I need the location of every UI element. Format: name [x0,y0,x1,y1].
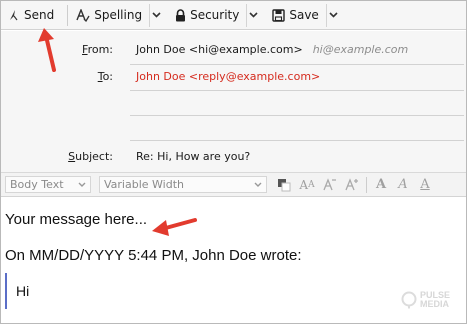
increase-font-icon [345,178,358,191]
spelling-label: Spelling [94,8,143,22]
save-dropdown[interactable] [325,3,340,27]
header-divider [130,115,464,116]
font-value: Variable Width [104,178,184,191]
send-label: Send [24,8,55,22]
paragraph-style-value: Body Text [10,178,64,191]
decrease-font-button[interactable] [319,175,341,195]
from-field[interactable]: John Doe <hi@example.com> hi@example.com [130,39,464,60]
save-label: Save [289,8,319,22]
recipient-row-empty [1,92,466,113]
from-label: From: [1,43,121,56]
message-text: Your message here... [5,211,148,228]
decrease-font-icon [323,178,336,191]
from-label-text: rom: [87,43,113,56]
header-divider [130,140,464,141]
to-field[interactable]: John Doe <reply@example.com> [130,66,464,87]
subject-label: Subject: [1,150,121,163]
font-size-button[interactable]: AA [295,175,319,195]
to-label: To: [1,70,121,83]
quoted-text: Hi [16,283,30,299]
spelling-button[interactable]: Spelling [72,4,146,27]
send-icon [10,10,18,21]
quote-attribution: On MM/DD/YYYY 5:44 PM, John Doe wrote: [5,247,302,264]
chevron-down-icon [152,12,161,18]
formatting-toolbar: Body Text Variable Width AA A A A [1,173,466,197]
send-button[interactable]: Send [4,4,58,27]
watermark-text: PULSE MEDIA [420,291,450,309]
toolbar-divider [67,4,69,26]
recipient-field-empty[interactable] [130,117,464,138]
to-row: To: John Doe <reply@example.com> [1,66,466,87]
recipient-row-empty [1,117,466,138]
chevron-down-icon [249,12,258,18]
save-button[interactable]: Save [268,4,322,27]
subject-value: Re: Hi, How are you? [136,150,251,163]
security-label: Security [190,8,240,22]
security-button[interactable]: Security [171,4,243,27]
from-identity-hint: hi@example.com [312,43,409,56]
bold-icon: A [375,177,387,192]
watermark-icon [401,291,417,309]
chevron-down-icon [254,182,262,187]
spelling-dropdown[interactable] [149,3,163,27]
lock-icon [176,8,186,21]
chevron-down-icon [329,12,338,18]
subject-row: Subject: Re: Hi, How are you? [1,146,466,167]
underline-button[interactable]: A [414,175,436,195]
message-body-editor[interactable]: Your message here... On MM/DD/YYYY 5:44 … [1,198,466,323]
to-label-text: o: [102,70,113,83]
color-swatch-icon [278,178,291,191]
subject-field[interactable]: Re: Hi, How are you? [130,146,464,167]
chevron-down-icon [78,182,86,187]
from-row: From: John Doe <hi@example.com> hi@examp… [1,39,466,60]
underline-icon: A [420,177,430,192]
compose-toolbar: Send Spelling Security Save [1,1,466,30]
recipient-field-empty[interactable] [130,92,464,113]
security-dropdown[interactable] [246,3,260,27]
format-divider [366,176,367,193]
from-value: John Doe <hi@example.com> [136,43,303,56]
quoted-message: Hi [5,273,445,309]
increase-font-button[interactable] [341,175,363,195]
text-color-button[interactable] [273,175,295,195]
floppy-disk-icon [272,8,286,22]
paragraph-style-select[interactable]: Body Text [5,176,91,193]
italic-icon: A [398,177,408,192]
subject-label-text: ubject: [75,150,113,163]
header-divider [130,90,464,91]
watermark-line2: MEDIA [419,299,449,309]
compose-window: Send Spelling Security Save From: John D… [0,0,467,324]
watermark-logo: PULSE MEDIA [401,291,450,309]
bold-button[interactable]: A [370,175,392,195]
spelling-icon [76,8,90,22]
italic-button[interactable]: A [392,175,414,195]
header-divider [130,64,464,65]
to-value: John Doe <reply@example.com> [136,70,321,83]
font-size-icon: A [299,177,309,192]
message-header: From: John Doe <hi@example.com> hi@examp… [1,31,466,173]
font-select[interactable]: Variable Width [99,176,267,193]
